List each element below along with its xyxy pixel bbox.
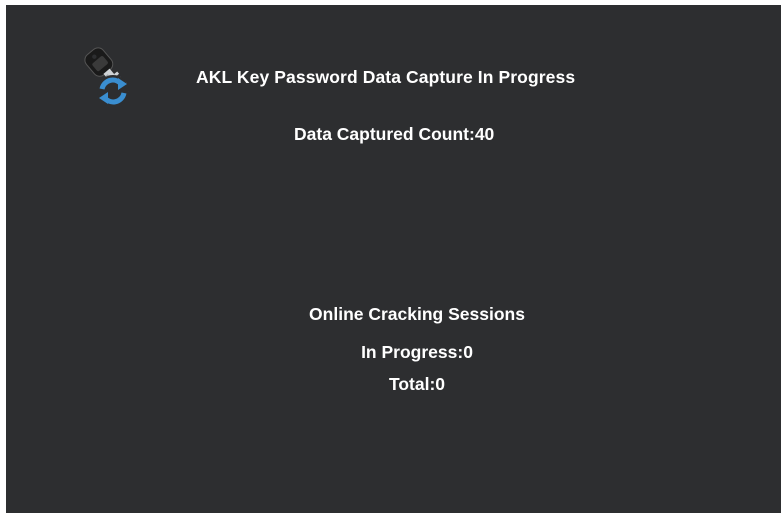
capture-status-title: AKL Key Password Data Capture In Progres… [196, 67, 576, 87]
in-progress-label: In Progress: [361, 342, 464, 362]
cracking-sessions-panel: Online Cracking Sessions In Progress:0 T… [236, 304, 598, 400]
sessions-title: Online Cracking Sessions [309, 304, 525, 324]
data-captured-label: Data Captured Count: [294, 124, 475, 144]
total-value: 0 [435, 374, 446, 394]
in-progress-count: In Progress:0 [236, 336, 598, 368]
total-count: Total:0 [236, 368, 598, 400]
in-progress-value: 0 [463, 342, 473, 362]
total-label: Total: [388, 374, 436, 394]
data-captured-value: 40 [474, 124, 495, 144]
key-with-refresh-icon [68, 45, 134, 109]
status-screen: AKL Key Password Data Capture In Progres… [6, 5, 781, 513]
data-captured-count: Data Captured Count:40 [294, 124, 494, 145]
